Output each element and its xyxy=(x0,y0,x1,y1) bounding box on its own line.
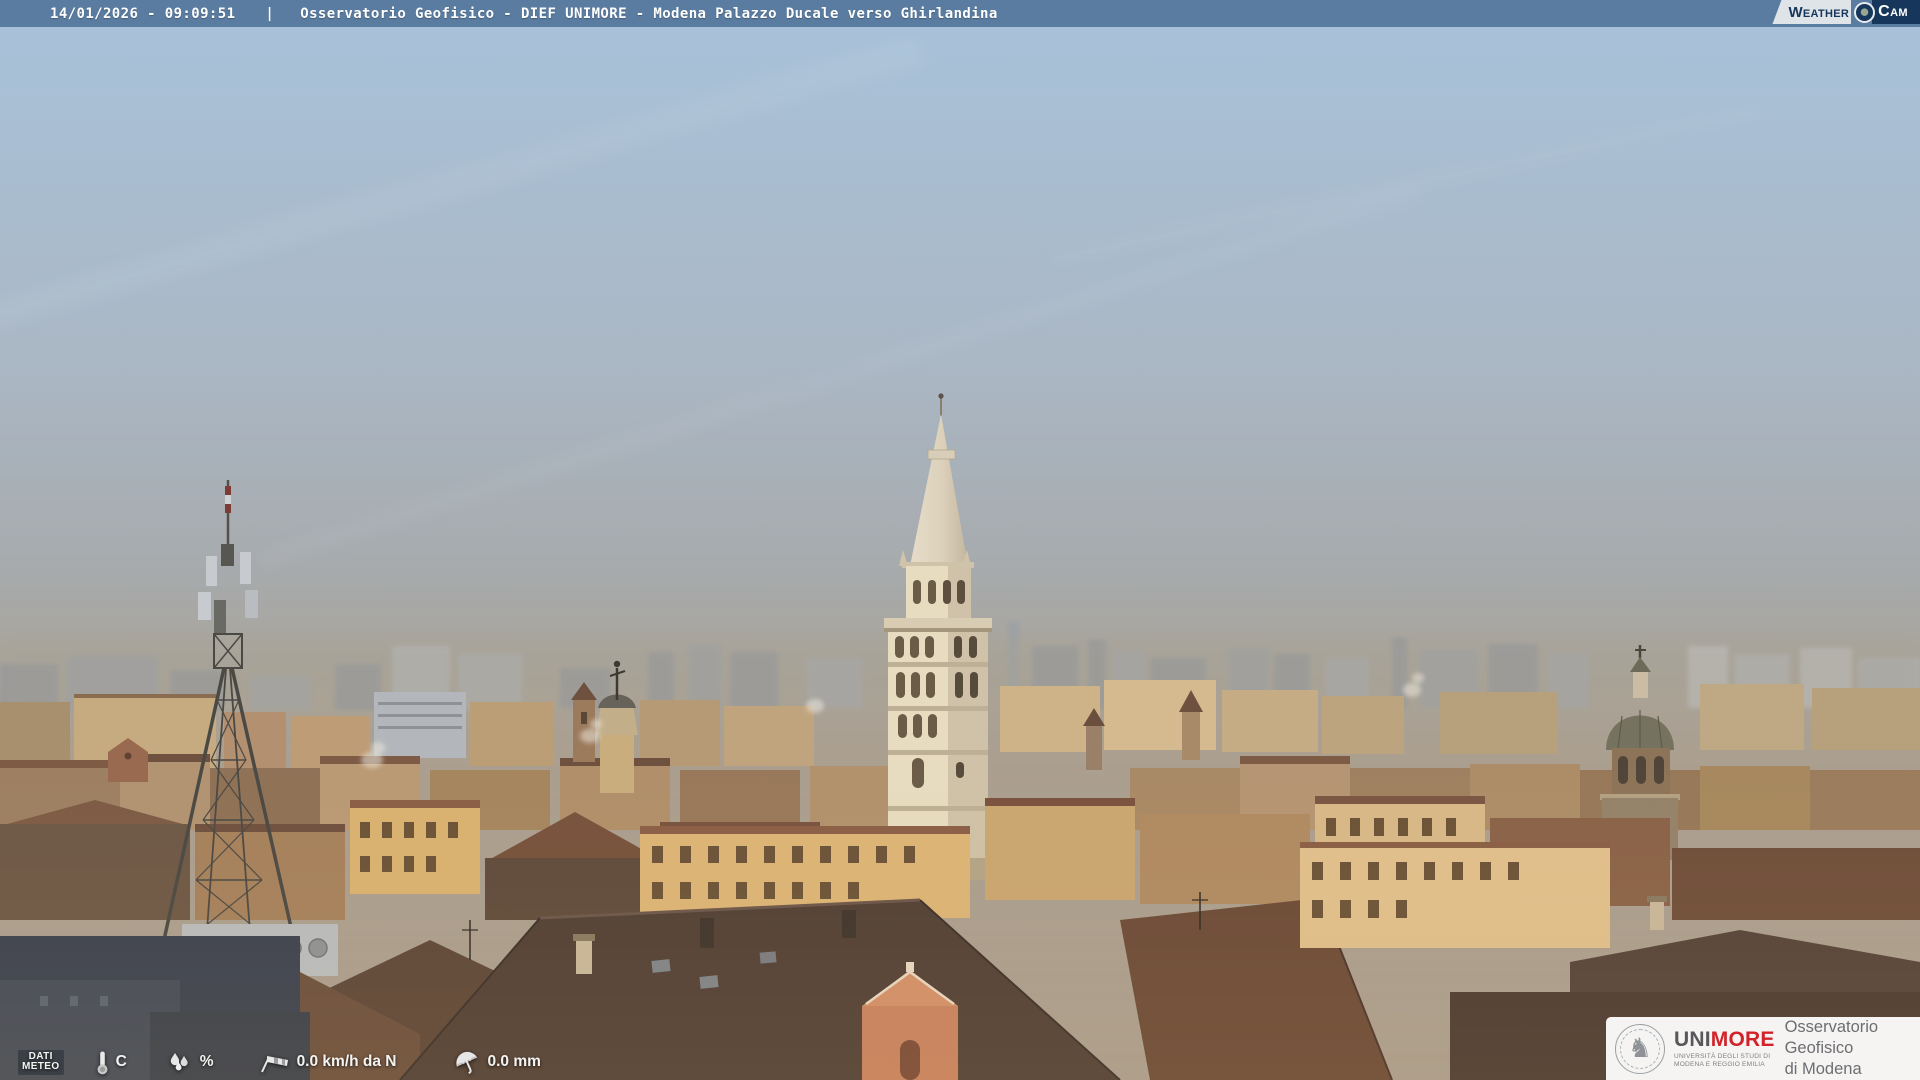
unimore-inst-line2: MODENA E REGGIO EMILIA xyxy=(1674,1060,1765,1068)
humidity-value: % xyxy=(199,1053,214,1070)
webcam-viewer: 14/01/2026 - 09:09:51 | Osservatorio Geo… xyxy=(0,0,1920,1080)
webcam-scene xyxy=(0,0,1920,1080)
windsock-icon xyxy=(258,1050,290,1074)
unimore-inst-line1: UNIVERSITÀ DEGLI STUDI DI xyxy=(1674,1052,1771,1060)
meteo-data-bar: DATI METEO C % 0.0 km/h da N 0.0 mm xyxy=(0,1044,541,1080)
unimore-credit-box[interactable]: ♞ UNIMORE UNIVERSITÀ DEGLI STUDI DI MODE… xyxy=(1606,1017,1920,1080)
wind-value: 0.0 km/h da N xyxy=(296,1053,397,1070)
unimore-wordmark: UNIMORE UNIVERSITÀ DEGLI STUDI DI MODENA… xyxy=(1674,1027,1775,1068)
humidity-icon xyxy=(167,1051,193,1073)
meteo-label-line2: METEO xyxy=(22,1061,60,1072)
meteo-label: DATI METEO xyxy=(18,1049,64,1075)
weathercam-lens-icon xyxy=(1854,1,1876,23)
camera-title: Osservatorio Geofisico - DIEF UNIMORE - … xyxy=(300,5,998,22)
separator: | xyxy=(265,5,275,22)
weathercam-weather-label: Weather xyxy=(1772,0,1852,24)
weathercam-cam-label: Cam xyxy=(1872,0,1920,24)
timestamp: 14/01/2026 - 09:09:51 xyxy=(50,5,236,22)
rain-value: 0.0 mm xyxy=(487,1053,541,1070)
umbrella-icon xyxy=(453,1049,481,1075)
thermometer-icon xyxy=(96,1050,109,1075)
observatory-name-line1: Osservatorio Geofisico xyxy=(1784,1018,1879,1057)
observatory-name-line2: di Modena xyxy=(1784,1060,1862,1078)
unimore-brand-uni: UNI xyxy=(1674,1027,1711,1051)
temperature-value: C xyxy=(115,1053,127,1070)
unimore-seal-icon: ♞ xyxy=(1615,1023,1665,1074)
top-info-bar: 14/01/2026 - 09:09:51 | Osservatorio Geo… xyxy=(0,0,1920,27)
unimore-brand-more: MORE xyxy=(1710,1027,1775,1051)
weathercam-logo[interactable]: Weather Cam xyxy=(1772,0,1920,24)
observatory-name: Osservatorio Geofisico di Modena xyxy=(1785,1017,1912,1080)
